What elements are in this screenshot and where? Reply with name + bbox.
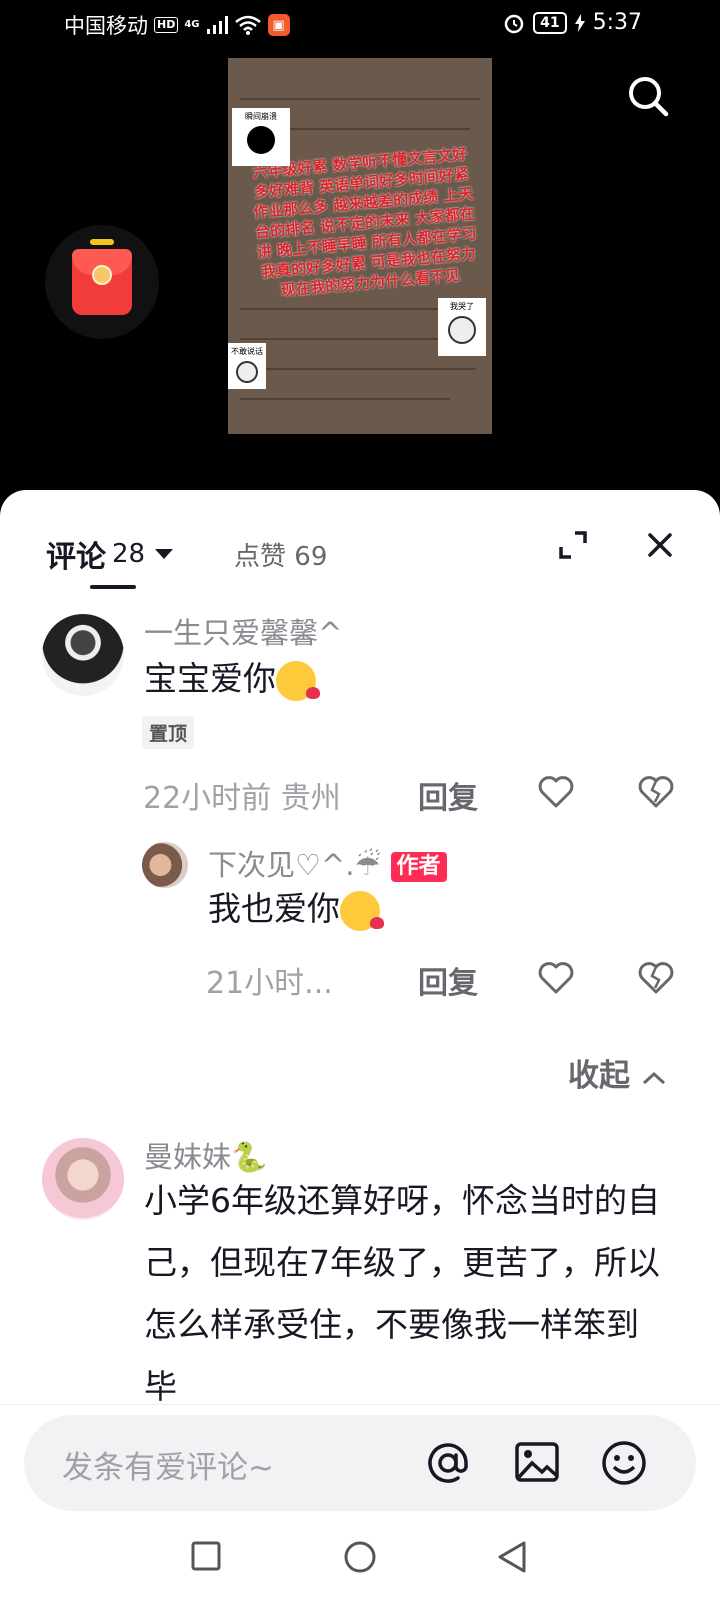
broken-heart-icon[interactable] [638, 776, 674, 808]
heart-icon[interactable] [538, 776, 574, 808]
comment-meta: 22小时前 贵州 [143, 781, 341, 816]
avatar[interactable] [42, 1138, 124, 1220]
system-nav-bar [0, 1524, 720, 1600]
battery-indicator: 41 [533, 11, 567, 34]
chevron-up-icon [642, 1071, 665, 1085]
author-badge: 作者 [390, 852, 447, 882]
reply-username[interactable]: 下次见♡^.☔ [208, 848, 381, 882]
tab-comments-label: 评论 [46, 540, 106, 575]
network-label: 4G [184, 19, 200, 30]
comment-text-content: 宝宝爱你 [144, 659, 276, 698]
status-left: 中国移动 HD 4G ▣ [64, 10, 290, 40]
notification-app-icon: ▣ [267, 14, 290, 36]
comment-item: 曼妹妹🐍 小学6年级还算好呀，怀念当时的自己，但现在7年级了，更苦了，所以怎么样… [0, 1124, 720, 1406]
expand-icon[interactable] [558, 530, 588, 560]
comments-tabs: 评论 28 点赞 69 [0, 490, 720, 590]
comment-text: 宝宝爱你 [144, 648, 320, 710]
comment-input-placeholder: 发条有爱评论~ [62, 1450, 274, 1486]
collapse-button[interactable]: 收起 [568, 1050, 667, 1095]
status-bar: 中国移动 HD 4G ▣ 41 5:37 [0, 0, 720, 50]
sticker-right-label: 我哭了 [450, 302, 474, 311]
sticker-top-label: 瞬间崩溃 [245, 112, 277, 121]
red-packet-button[interactable] [45, 225, 159, 339]
sticker-left-label: 不敢说话 [231, 347, 263, 356]
video-overlay-text: 六年级好累 数学听不懂文言文好多好难背 英语单词好多时间好紧 作业那么多 越来越… [251, 144, 478, 300]
signal-icon [206, 16, 228, 34]
charging-icon [574, 13, 585, 32]
broken-heart-icon[interactable] [638, 962, 674, 994]
back-button-icon[interactable] [496, 1540, 528, 1574]
clock: 5:37 [592, 10, 642, 35]
red-packet-icon [72, 239, 132, 315]
comment-item: 一生只爱馨馨^ 宝宝爱你 置顶 22小时前 贵州 回复 [0, 610, 720, 816]
comment-input-bar: 发条有爱评论~ [0, 1404, 720, 1524]
reply-text-content: 我也爱你 [208, 889, 340, 928]
recents-button-icon[interactable] [190, 1540, 222, 1572]
video-frame[interactable]: 六年级好累 数学听不懂文言文好多好难背 英语单词好多时间好紧 作业那么多 越来越… [228, 58, 492, 434]
home-button-icon[interactable] [343, 1540, 377, 1574]
carrier-label: 中国移动 [64, 14, 148, 38]
tab-comments[interactable]: 评论 28 [46, 532, 174, 576]
sticker-left: 不敢说话 [228, 343, 266, 389]
sticker-face-icon [247, 126, 275, 154]
reply-meta: 21小时... [206, 966, 333, 1001]
screen: 中国移动 HD 4G ▣ 41 5:37 六年级好累 数学听不懂文言文好多好难背… [0, 0, 720, 1600]
reply-text: 我也爱你 [208, 878, 384, 940]
wifi-icon [234, 15, 261, 35]
kiss-emoji-icon [276, 660, 320, 701]
caret-down-icon[interactable] [155, 549, 174, 559]
reply-item: 下次见♡^.☔ 作者 我也爱你 21小时... 回复 [0, 838, 720, 1001]
close-icon[interactable] [647, 532, 673, 558]
collapse-label: 收起 [568, 1058, 630, 1094]
avatar[interactable] [142, 842, 188, 888]
sticker-face-icon [448, 316, 476, 344]
kiss-emoji-icon [340, 890, 384, 931]
comment-text: 小学6年级还算好呀，怀念当时的自己，但现在7年级了，更苦了，所以怎么样承受住，不… [144, 1181, 660, 1406]
image-icon[interactable] [514, 1439, 560, 1485]
status-right: 41 5:37 [503, 10, 642, 35]
heart-icon[interactable] [538, 962, 574, 994]
reply-button[interactable]: 回复 [418, 958, 478, 1002]
comment-username[interactable]: 一生只爱馨馨^ [144, 610, 342, 652]
tab-underline [90, 585, 136, 589]
tab-likes[interactable]: 点赞 69 [234, 536, 327, 573]
search-icon[interactable] [626, 74, 670, 118]
pinned-badge: 置顶 [142, 716, 195, 749]
tab-likes-count: 69 [294, 542, 328, 572]
hd-badge: HD [154, 17, 179, 33]
sticker-right: 我哭了 [438, 298, 486, 356]
emoji-icon[interactable] [600, 1439, 648, 1487]
at-icon[interactable] [424, 1439, 472, 1487]
comment-input[interactable]: 发条有爱评论~ [24, 1415, 696, 1511]
sticker-top: 瞬间崩溃 [232, 108, 290, 166]
alarm-icon [504, 14, 524, 33]
sticker-face-icon [236, 361, 258, 383]
avatar[interactable] [42, 614, 124, 696]
tab-likes-label: 点赞 [234, 542, 287, 572]
tab-comments-count: 28 [112, 539, 146, 569]
reply-button[interactable]: 回复 [418, 773, 478, 817]
